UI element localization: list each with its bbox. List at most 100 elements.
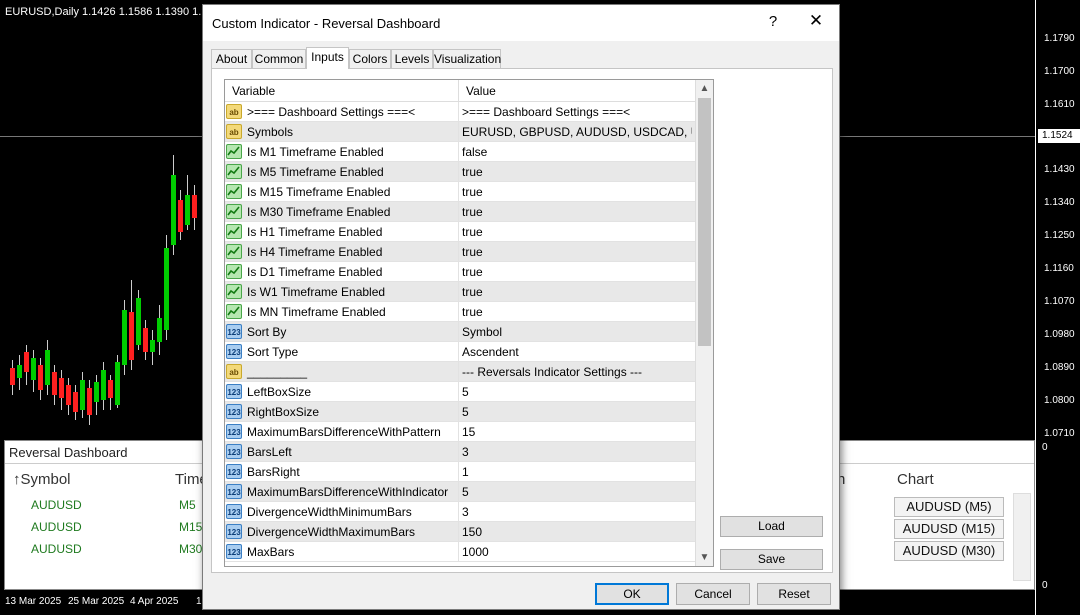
tab-colors[interactable]: Colors — [349, 49, 391, 69]
symbol-cell: AUDUSD — [31, 498, 82, 512]
input-row[interactable]: 123 DivergenceWidthMinimumBars 3 — [225, 502, 695, 522]
variable-value[interactable]: 5 — [462, 405, 692, 419]
candle-body — [185, 195, 190, 225]
input-row[interactable]: 123 MaxBars 1000 — [225, 542, 695, 562]
input-row[interactable]: Is D1 Timeframe Enabled true — [225, 262, 695, 282]
input-row[interactable]: ab Symbols EURUSD, GBPUSD, AUDUSD, USDCAD,… — [225, 122, 695, 142]
column-header-symbol[interactable]: ↑Symbol — [13, 471, 71, 488]
variable-name: Is H1 Timeframe Enabled — [247, 225, 383, 239]
dialog-titlebar[interactable]: Custom Indicator - Reversal Dashboard ? … — [203, 5, 839, 41]
input-row[interactable]: Is M1 Timeframe Enabled false — [225, 142, 695, 162]
number-type-icon: 123 — [226, 524, 242, 539]
input-row[interactable]: 123 LeftBoxSize 5 — [225, 382, 695, 402]
help-button[interactable]: ? — [765, 13, 781, 30]
candle-body — [178, 200, 183, 232]
scroll-down-icon[interactable]: ▼ — [696, 549, 713, 566]
variable-value[interactable]: 3 — [462, 445, 692, 459]
variable-value[interactable]: 1 — [462, 465, 692, 479]
input-row[interactable]: ab >=== Dashboard Settings ===< >=== Dashb… — [225, 102, 695, 122]
tab-visualization[interactable]: Visualization — [433, 49, 501, 69]
open-chart-button[interactable]: AUDUSD (M30) — [894, 541, 1004, 561]
tab-common[interactable]: Common — [252, 49, 306, 69]
string-type-icon: ab — [226, 104, 242, 119]
input-row[interactable]: Is M30 Timeframe Enabled true — [225, 202, 695, 222]
input-row[interactable]: Is M15 Timeframe Enabled true — [225, 182, 695, 202]
input-row[interactable]: Is MN Timeframe Enabled true — [225, 302, 695, 322]
number-type-icon: 123 — [226, 484, 242, 499]
variable-value[interactable]: false — [462, 145, 692, 159]
ok-button[interactable]: OK — [595, 583, 669, 605]
price-axis-label: 1.1430 — [1044, 164, 1075, 175]
dialog-title: Custom Indicator - Reversal Dashboard — [212, 16, 441, 31]
input-row[interactable]: 123 RightBoxSize 5 — [225, 402, 695, 422]
input-row[interactable]: 123 DivergenceWidthMaximumBars 150 — [225, 522, 695, 542]
grid-header: Variable Value — [225, 80, 695, 102]
variable-value[interactable]: 5 — [462, 385, 692, 399]
open-chart-button[interactable]: AUDUSD (M5) — [894, 497, 1004, 517]
header-value[interactable]: Value — [466, 84, 496, 98]
variable-value[interactable]: true — [462, 265, 692, 279]
load-button[interactable]: Load — [720, 516, 823, 537]
input-row[interactable]: 123 Sort By Symbol — [225, 322, 695, 342]
tab-levels[interactable]: Levels — [391, 49, 433, 69]
boolean-type-icon — [226, 304, 242, 319]
input-row[interactable]: 123 MaximumBarsDifferenceWithIndicator 5 — [225, 482, 695, 502]
variable-value[interactable]: true — [462, 305, 692, 319]
reset-button[interactable]: Reset — [757, 583, 831, 605]
variable-value[interactable]: 150 — [462, 525, 692, 539]
variable-value[interactable]: EURUSD, GBPUSD, AUDUSD, USDCAD, U... — [462, 125, 692, 139]
variable-value[interactable]: true — [462, 245, 692, 259]
variable-name: Is D1 Timeframe Enabled — [247, 265, 383, 279]
variable-name: >=== Dashboard Settings ===< — [247, 105, 416, 119]
variable-value[interactable]: --- Reversals Indicator Settings --- — [462, 365, 692, 379]
variable-value[interactable]: Symbol — [462, 325, 692, 339]
candle-body — [59, 378, 64, 398]
variable-value[interactable]: true — [462, 205, 692, 219]
close-icon[interactable]: ✕ — [806, 11, 826, 31]
input-row[interactable]: Is H4 Timeframe Enabled true — [225, 242, 695, 262]
tab-about[interactable]: About — [211, 49, 252, 69]
open-chart-button[interactable]: AUDUSD (M15) — [894, 519, 1004, 539]
inputs-grid: Variable Value ab >=== Dashboard Settings… — [224, 79, 714, 567]
input-row[interactable]: Is M5 Timeframe Enabled true — [225, 162, 695, 182]
input-row[interactable]: 123 MaximumBarsDifferenceWithPattern 15 — [225, 422, 695, 442]
candle-body — [150, 340, 155, 352]
price-axis-label: 1.0980 — [1044, 329, 1075, 340]
variable-value[interactable]: 5 — [462, 485, 692, 499]
input-row[interactable]: 123 BarsRight 1 — [225, 462, 695, 482]
candle-body — [164, 248, 169, 330]
dashboard-scrollbar[interactable] — [1013, 493, 1031, 581]
variable-value[interactable]: Ascendent — [462, 345, 692, 359]
variable-value[interactable]: true — [462, 165, 692, 179]
input-row[interactable]: ab _________ --- Reversals Indicator Setti… — [225, 362, 695, 382]
candle-body — [143, 328, 148, 352]
scroll-thumb[interactable] — [698, 98, 711, 346]
variable-value[interactable]: 1000 — [462, 545, 692, 559]
boolean-type-icon — [226, 284, 242, 299]
grid-scrollbar[interactable]: ▲ ▼ — [695, 80, 713, 566]
variable-value[interactable]: true — [462, 225, 692, 239]
boolean-type-icon — [226, 264, 242, 279]
price-axis-label: 1.1700 — [1044, 66, 1075, 77]
candle-body — [87, 388, 92, 415]
candle-body — [157, 318, 162, 342]
variable-name: LeftBoxSize — [247, 385, 312, 399]
input-row[interactable]: Is W1 Timeframe Enabled true — [225, 282, 695, 302]
input-row[interactable]: 123 Sort Type Ascendent — [225, 342, 695, 362]
input-row[interactable]: 123 BarsLeft 3 — [225, 442, 695, 462]
candle-body — [192, 195, 197, 218]
variable-value[interactable]: true — [462, 185, 692, 199]
tab-inputs[interactable]: Inputs — [306, 47, 349, 69]
number-type-icon: 123 — [226, 324, 242, 339]
variable-value[interactable]: 3 — [462, 505, 692, 519]
cancel-button[interactable]: Cancel — [676, 583, 750, 605]
variable-value[interactable]: 15 — [462, 425, 692, 439]
number-type-icon: 123 — [226, 544, 242, 559]
variable-value[interactable]: true — [462, 285, 692, 299]
input-row[interactable]: Is H1 Timeframe Enabled true — [225, 222, 695, 242]
chart-title: EURUSD,Daily 1.1426 1.1586 1.1390 1.1524 — [5, 6, 226, 18]
scroll-up-icon[interactable]: ▲ — [696, 80, 713, 97]
save-button[interactable]: Save — [720, 549, 823, 570]
header-variable[interactable]: Variable — [232, 84, 275, 98]
variable-value[interactable]: >=== Dashboard Settings ===< — [462, 105, 692, 119]
